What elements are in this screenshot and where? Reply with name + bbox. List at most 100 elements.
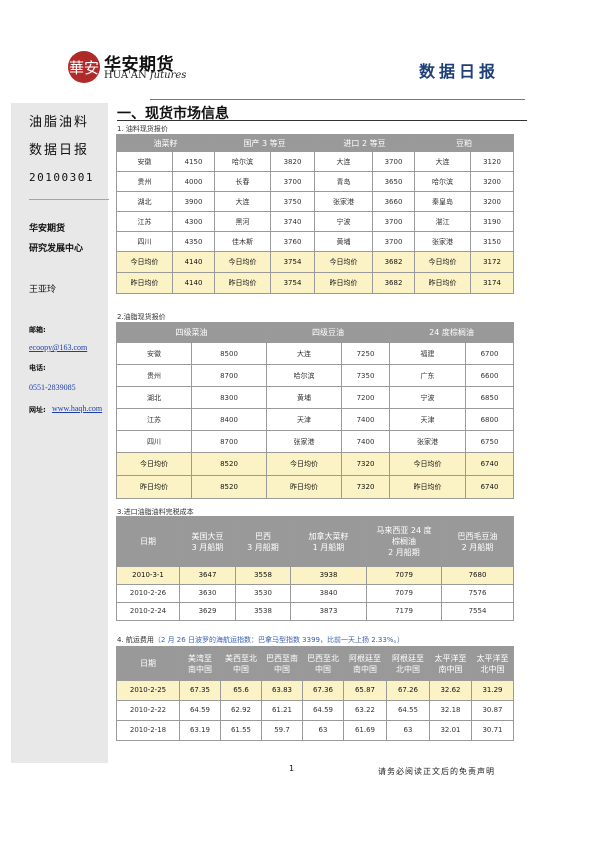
sidebar-company: 华安期货	[29, 224, 66, 234]
table-cell: 秦皇岛	[414, 191, 471, 212]
column-header-line: 巴西至北	[307, 653, 339, 663]
table-cell: 3700	[372, 231, 415, 252]
table-cell: 昨日均价	[389, 475, 466, 499]
table-cell: 今日均价	[266, 452, 342, 476]
email-link[interactable]: ecoopy@163.com	[29, 343, 87, 352]
table-cell: 四川	[116, 231, 173, 252]
table-cell: 昨日均价	[266, 475, 342, 499]
sidebar-topic-line2: 数据日报	[29, 143, 90, 158]
table-row: 2010-3-1 3647 3558 3938 7079 7680	[116, 566, 514, 585]
table-row: 2010-2-22 64.59 62.92 61.21 64.59 63.22 64.55 3…	[116, 700, 514, 721]
sidebar-divider	[29, 199, 109, 200]
table-cell: 宁波	[389, 386, 466, 409]
table-cell: 大连	[414, 151, 471, 172]
table-cell: 7179	[366, 602, 442, 621]
table-cell: 3647	[179, 566, 236, 585]
column-header-line: 中国	[315, 664, 331, 674]
table-cell: 3530	[235, 584, 291, 603]
table-cell: 3754	[270, 251, 315, 273]
column-header-line: 南中国	[353, 664, 377, 674]
column-header-line: 太平洋至	[434, 653, 467, 663]
phone-label: 电话:	[29, 364, 46, 372]
table-cell: 62.92	[220, 700, 262, 721]
table-cell: 哈尔滨	[266, 364, 342, 387]
table-cell: 65.87	[343, 680, 387, 701]
company-name-en: HUA'AN futures	[104, 70, 186, 81]
table-cell: 63	[386, 720, 430, 741]
table-cell: 今日均价	[314, 251, 373, 273]
email-label: 邮箱:	[29, 326, 46, 334]
table-cell: 佳木斯	[214, 231, 271, 252]
column-header-line: 3 月船期	[247, 542, 279, 552]
table-cell: 张家港	[389, 430, 466, 453]
table-cell: 4300	[172, 211, 215, 232]
table-cell: 昨日均价	[116, 475, 192, 499]
table-cell: 6800	[464, 408, 515, 431]
column-header: 美西至北 中国	[220, 646, 262, 681]
import-cost-table: 日期 美国大豆 3 月船期 巴西 3 月船期 加拿大菜籽 1 月船期 马来西亚 24 度棕榈油…	[116, 516, 514, 621]
table-cell: 59.7	[261, 720, 303, 741]
table-cell: 3120	[470, 151, 514, 172]
average-price-row: 今日均价 8520 今日均价 7320 今日均价 6740	[116, 452, 515, 476]
website-link[interactable]: www.haqh.com	[52, 404, 102, 413]
table-cell: 哈尔滨	[414, 171, 471, 192]
column-header-line: 中国	[233, 664, 249, 674]
column-header-line: 美西至北	[225, 653, 257, 663]
table-cell: 8520	[191, 452, 267, 476]
table-cell: 4150	[172, 151, 215, 172]
table-cell: 昨日均价	[116, 272, 173, 294]
column-header: 加拿大菜籽 1 月船期	[290, 516, 367, 567]
table-cell: 大连	[266, 342, 342, 365]
table-cell: 3700	[372, 211, 415, 232]
column-header: 太平洋至 南中国	[429, 646, 472, 681]
table-cell: 3682	[372, 272, 415, 294]
column-header-line: 1 月船期	[312, 542, 345, 552]
table-cell: 长春	[214, 171, 271, 192]
disclaimer-note: 请务必阅读正文后的免责声明	[378, 767, 495, 776]
company-name-en-italic: futures	[149, 70, 187, 81]
table-cell: 3150	[470, 231, 514, 252]
column-header-line: 北中国	[480, 664, 505, 674]
table-cell: 61.21	[261, 700, 303, 721]
table-cell: 7680	[441, 566, 514, 585]
column-header-line: 巴西	[255, 531, 271, 541]
table-cell: 61.69	[343, 720, 387, 741]
table-cell: 6740	[464, 475, 515, 499]
table-cell: 7400	[341, 430, 390, 453]
table-cell: 昨日均价	[414, 272, 471, 294]
table-cell: 3754	[270, 272, 315, 294]
table-cell: 3938	[290, 566, 367, 585]
table-row: 四川 4350 佳木斯 3760 黄埔 3700 张家港 3150	[116, 231, 514, 252]
table-cell: 张家港	[414, 231, 471, 252]
table2-title: 2.油脂现货报价	[117, 313, 166, 321]
table-cell: 4140	[172, 251, 215, 273]
column-header-line: 日期	[140, 659, 156, 668]
table-cell: 65.6	[220, 680, 262, 701]
table-row: 安徽 4150 哈尔滨 3820 大连 3700 大连 3120	[116, 151, 514, 172]
table-cell: 黄埔	[314, 231, 373, 252]
table-cell: 3538	[235, 602, 291, 621]
table-cell: 3190	[470, 211, 514, 232]
table-cell: 安徽	[116, 151, 173, 172]
section-divider	[117, 120, 527, 121]
table-cell: 64.59	[179, 700, 221, 721]
table-cell: 4350	[172, 231, 215, 252]
table-cell: 8700	[191, 364, 267, 387]
column-header: 巴西 3 月船期	[235, 516, 291, 567]
table-cell: 昨日均价	[214, 272, 271, 294]
company-name-en-main: HUA'AN	[104, 70, 147, 81]
table-cell: 63	[302, 720, 344, 741]
table-cell: 6750	[464, 430, 515, 453]
table-cell: 31.29	[471, 680, 514, 701]
table-cell: 32.62	[429, 680, 472, 701]
table-cell: 63.22	[343, 700, 387, 721]
table-cell: 30.87	[471, 700, 514, 721]
table1-title: 1. 油料现货报价	[117, 125, 168, 133]
table-cell: 3740	[270, 211, 315, 232]
table-cell: 2010-2-22	[116, 700, 180, 721]
table-cell: 江苏	[116, 211, 173, 232]
table-cell: 7576	[441, 584, 514, 603]
table-cell: 32.18	[429, 700, 472, 721]
table-cell: 7200	[341, 386, 390, 409]
table-cell: 6700	[464, 342, 515, 365]
